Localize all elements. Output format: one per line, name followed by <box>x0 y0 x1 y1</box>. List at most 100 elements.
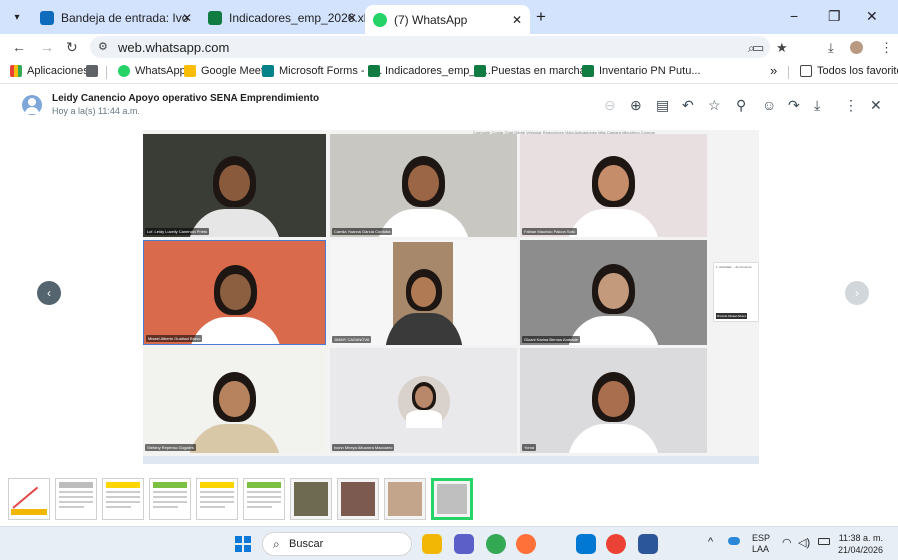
all-bookmarks-button[interactable]: Todos los favoritos <box>800 65 898 77</box>
avatar[interactable] <box>22 95 42 115</box>
media-thumbnail[interactable] <box>384 478 426 520</box>
bookmark-label: Microsoft Forms - F... <box>279 65 383 77</box>
clock-date: 21/04/2026 <box>838 545 884 555</box>
media-thumbnail[interactable] <box>243 478 285 520</box>
forward-button[interactable]: → <box>40 39 54 55</box>
bookmark-separator <box>788 66 789 79</box>
participant-name: Yoma <box>522 444 537 451</box>
bookmark-label: WhatsApp <box>135 65 186 77</box>
firefox-icon[interactable] <box>516 534 536 554</box>
media-thumbnail[interactable] <box>149 478 191 520</box>
bookmark-puestas[interactable]: Puestas en marcha... <box>474 65 595 77</box>
person-body <box>566 315 661 345</box>
bookmark-apps[interactable]: Aplicaciones <box>10 65 89 77</box>
bookmark-star-icon[interactable]: ★ <box>776 40 788 56</box>
participant-name: Ivonn Mireya Altuzarra Maccaero <box>332 444 395 451</box>
media-thumbnail[interactable] <box>337 478 379 520</box>
previous-media-button[interactable]: ‹ <box>37 281 61 305</box>
close-viewer-icon[interactable]: ✕ <box>870 97 882 114</box>
word-icon[interactable] <box>638 534 658 554</box>
media-thumbnail[interactable] <box>8 478 50 520</box>
wifi-icon[interactable]: ◠ <box>782 536 792 549</box>
download-icon[interactable]: ⤓ <box>828 40 834 56</box>
bookmark-whatsapp[interactable]: WhatsApp <box>118 65 186 77</box>
browser-menu-icon[interactable]: ⋮ <box>880 40 893 56</box>
paint-icon[interactable] <box>546 534 566 554</box>
chrome-profile-icon[interactable] <box>606 534 626 554</box>
person-face <box>220 273 251 310</box>
person-face <box>598 165 629 202</box>
close-tab-icon[interactable]: ✕ <box>512 13 522 27</box>
media-thumbnail[interactable] <box>431 478 473 520</box>
react-emoji-icon[interactable]: ☺ <box>762 97 776 113</box>
thumbnail-preview <box>341 482 375 516</box>
side-document-panel: 1. Actividad ... de Fomento Ricardo Misa… <box>713 262 759 322</box>
tab-excel[interactable]: Indicadores_emp_2026.xlsx ✕ <box>200 5 365 30</box>
cast-icon[interactable]: ▭ <box>752 40 764 56</box>
clock-time: 11:38 a. m. <box>838 533 884 543</box>
download-icon[interactable]: ⤓ <box>814 97 820 114</box>
outlook-icon <box>40 10 54 25</box>
site-info-icon[interactable]: ⚙ <box>98 40 108 53</box>
reply-icon[interactable]: ↶ <box>682 97 694 114</box>
pin-icon[interactable]: ⚲ <box>736 97 746 114</box>
tab-outlook[interactable]: Bandeja de entrada: Ivonn Mire ✕ <box>32 5 200 30</box>
whatsapp-icon <box>373 12 387 27</box>
tab-whatsapp[interactable]: (7) WhatsApp ✕ <box>365 5 530 34</box>
participant-name: Camila Yoanna García Cordoba <box>332 228 393 235</box>
thumbnail-preview <box>9 479 49 519</box>
forward-icon[interactable]: ↷ <box>788 97 800 114</box>
tab-search-chevron-icon[interactable]: ▾ <box>8 8 26 26</box>
person-face <box>598 272 629 309</box>
address-bar[interactable]: ⚙ web.whatsapp.com ⌕ <box>90 36 770 58</box>
bookmark-google-meet[interactable]: Google Meet <box>184 65 264 77</box>
media-thumbnail[interactable] <box>55 478 97 520</box>
go-to-message-icon[interactable]: ▤ <box>656 97 669 114</box>
person-face <box>414 386 433 408</box>
minimize-button[interactable]: − <box>790 8 798 24</box>
profile-avatar[interactable] <box>850 41 863 54</box>
participant-video-tile: Fabian Mauricio Palcon Soto <box>520 134 707 237</box>
language-indicator[interactable]: ESP LAA <box>752 533 770 555</box>
keyboard-layout: LAA <box>752 544 770 554</box>
ms-store-icon[interactable] <box>576 534 596 554</box>
new-tab-button[interactable]: + <box>536 7 546 27</box>
bookmarks-overflow-button[interactable]: » <box>770 63 777 78</box>
more-options-icon[interactable]: ⋮ <box>844 97 858 114</box>
tray-overflow-icon[interactable]: ^ <box>708 536 713 548</box>
bookmark-inventario[interactable]: Inventario PN Putu... <box>582 65 701 77</box>
media-thumbnail[interactable] <box>290 478 332 520</box>
chrome-icon[interactable] <box>486 534 506 554</box>
media-thumbnail[interactable] <box>102 478 144 520</box>
taskbar-search-input[interactable]: ⌕ Buscar <box>262 532 412 556</box>
media-thumbnail[interactable] <box>196 478 238 520</box>
participant-video-tile: Yoma <box>520 348 707 453</box>
teams-icon[interactable] <box>454 534 474 554</box>
reload-button[interactable]: ↻ <box>66 39 78 56</box>
person-body <box>566 423 661 453</box>
close-tab-icon[interactable]: ✕ <box>347 11 357 25</box>
bookmark-indicadores[interactable]: Indicadores_emp_2... <box>368 65 491 77</box>
restore-button[interactable]: ❐ <box>828 8 841 25</box>
zoom-out-icon[interactable]: ⊖ <box>604 97 616 114</box>
participant-name: Misael Alberto Gualtuzi Bravo <box>146 335 203 342</box>
close-tab-icon[interactable]: ✕ <box>182 11 192 25</box>
close-window-button[interactable]: ✕ <box>866 8 878 25</box>
next-media-button[interactable]: › <box>845 281 869 305</box>
volume-icon[interactable]: ◁) <box>798 536 810 549</box>
taskbar-clock[interactable]: 11:38 a. m. 21/04/2026 <box>838 532 883 556</box>
thumbnail-preview <box>103 479 143 519</box>
bookmark-grid[interactable] <box>86 65 103 77</box>
onedrive-icon[interactable] <box>728 537 740 545</box>
participant-name: Gloani Karina Bernos Andrade <box>522 336 581 343</box>
file-explorer-icon[interactable] <box>422 534 442 554</box>
person-body <box>188 316 283 344</box>
ms-forms-icon <box>262 65 274 77</box>
zoom-in-icon[interactable]: ⊕ <box>630 97 642 114</box>
back-button[interactable]: ← <box>12 39 26 55</box>
windows-start-icon[interactable] <box>235 536 251 552</box>
star-icon[interactable]: ☆ <box>708 97 721 114</box>
bookmark-ms-forms[interactable]: Microsoft Forms - F... <box>262 65 382 77</box>
battery-icon[interactable] <box>818 538 830 545</box>
captured-taskbar <box>143 456 759 464</box>
